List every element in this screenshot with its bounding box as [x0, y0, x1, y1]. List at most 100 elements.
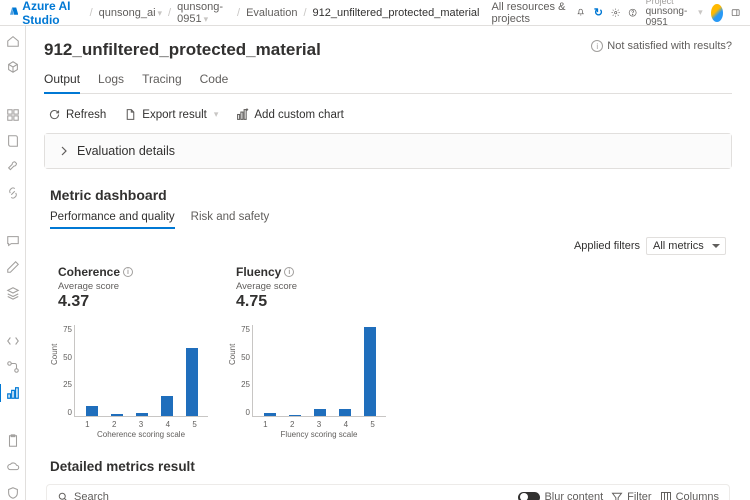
bar [86, 406, 98, 416]
export-icon [124, 108, 137, 121]
add-chart-icon [236, 108, 249, 121]
shield-icon[interactable] [6, 486, 20, 500]
avg-score-label: Average score [58, 281, 208, 292]
tab-code[interactable]: Code [200, 68, 229, 93]
bar [264, 413, 276, 416]
y-axis-ticks: 75 50 25 0 [58, 325, 72, 417]
filter-icon [611, 491, 623, 500]
flow-icon[interactable] [6, 360, 20, 374]
panel-right-icon[interactable] [731, 6, 740, 20]
evaluation-details-toggle[interactable]: Evaluation details [45, 134, 731, 168]
link-icon[interactable] [6, 186, 20, 200]
bar [364, 327, 376, 416]
chevron-down-icon: ▾ [214, 109, 219, 120]
applied-filters-row: Applied filters All metrics [44, 237, 726, 255]
project-selector[interactable]: Project qunsong-0951 [646, 0, 689, 28]
add-chart-button[interactable]: Add custom chart [236, 108, 343, 121]
avg-score-value: 4.37 [58, 293, 208, 311]
search-icon [57, 491, 69, 500]
chart-coherence: Coherence i Average score 4.37 Count 75 … [58, 265, 208, 435]
coherence-plot: Count 75 50 25 0 12345 Coherence scoring… [58, 325, 208, 435]
refresh-button[interactable]: Refresh [48, 108, 106, 121]
plot-area [74, 325, 208, 417]
x-axis-label: Fluency scoring scale [252, 430, 386, 439]
bar [136, 413, 148, 416]
tab-tracing[interactable]: Tracing [142, 68, 182, 93]
brand-text: Azure AI Studio [22, 0, 83, 27]
avg-score-label: Average score [236, 281, 386, 292]
code-icon[interactable] [6, 334, 20, 348]
help-icon[interactable] [628, 6, 637, 20]
cloud-icon[interactable] [6, 460, 20, 474]
chart-title: Fluency [236, 265, 281, 279]
top-bar: Azure AI Studio / qunsong_ai▾ / qunsong-… [0, 0, 750, 26]
avg-score-value: 4.75 [236, 293, 386, 311]
toggle-icon [518, 492, 540, 500]
toolbar: Refresh Export result ▾ Add custom chart [44, 104, 732, 133]
chevron-down-icon: ▾ [204, 14, 209, 24]
grid-icon[interactable] [6, 108, 20, 122]
evaluation-details-card: Evaluation details [44, 133, 732, 169]
fluency-plot: Count 75 50 25 0 12345 Fluency scoring s… [236, 325, 386, 435]
bar [161, 396, 173, 416]
info-icon[interactable]: i [284, 267, 294, 277]
columns-icon [660, 491, 672, 500]
avatar[interactable] [711, 4, 723, 22]
info-icon[interactable]: i [123, 267, 133, 277]
y-axis-ticks: 75 50 25 0 [236, 325, 250, 417]
feedback-link[interactable]: i Not satisfied with results? [591, 40, 732, 52]
blur-content-toggle[interactable]: Blur content [518, 491, 603, 500]
refresh-icon [48, 108, 61, 121]
applied-filters-select[interactable]: All metrics [646, 237, 726, 255]
x-axis-ticks: 12345 [74, 420, 208, 429]
azure-logo-icon [10, 7, 18, 19]
filter-button[interactable]: Filter [611, 491, 651, 500]
content: i Not satisfied with results? 912_unfilt… [26, 26, 750, 500]
chat-icon[interactable] [6, 234, 20, 248]
x-axis-label: Coherence scoring scale [74, 430, 208, 439]
sync-icon[interactable]: ↻ [594, 6, 603, 20]
export-result-button[interactable]: Export result ▾ [124, 108, 218, 121]
chart-title: Coherence [58, 265, 120, 279]
bar [314, 409, 326, 416]
tools-icon[interactable] [6, 160, 20, 174]
tab-logs[interactable]: Logs [98, 68, 124, 93]
bar [186, 348, 198, 416]
charts-row: Coherence i Average score 4.37 Count 75 … [58, 265, 732, 435]
home-icon[interactable] [6, 34, 20, 48]
subtab-risk-safety[interactable]: Risk and safety [191, 209, 270, 229]
x-axis-ticks: 12345 [252, 420, 386, 429]
results-toolbar: Search Blur content Filter Columns [46, 484, 730, 500]
chart-fluency: Fluency i Average score 4.75 Count 75 50… [236, 265, 386, 435]
page-tabs: Output Logs Tracing Code [44, 68, 732, 94]
subtab-performance-quality[interactable]: Performance and quality [50, 209, 175, 229]
evaluation-icon[interactable] [6, 386, 20, 400]
info-icon: i [591, 40, 603, 52]
breadcrumb-item-3[interactable]: 912_unfiltered_protected_material [313, 7, 480, 19]
clipboard-icon[interactable] [6, 434, 20, 448]
applied-filters-label: Applied filters [574, 240, 640, 252]
tab-output[interactable]: Output [44, 68, 80, 94]
brand[interactable]: Azure AI Studio [10, 0, 84, 27]
columns-button[interactable]: Columns [660, 491, 719, 500]
pencil-icon[interactable] [6, 260, 20, 274]
bell-icon[interactable] [576, 6, 585, 20]
breadcrumb-item-2[interactable]: Evaluation [246, 7, 297, 19]
chevron-down-icon: ▾ [158, 8, 163, 18]
gear-icon[interactable] [611, 6, 620, 20]
bar [289, 415, 301, 416]
book-icon[interactable] [6, 134, 20, 148]
breadcrumb-item-1[interactable]: qunsong-0951▾ [177, 1, 231, 25]
all-resources-link[interactable]: All resources & projects [491, 1, 568, 25]
cube-icon[interactable] [6, 60, 20, 74]
bar [111, 414, 123, 416]
layers-icon[interactable] [6, 286, 20, 300]
bar [339, 409, 351, 416]
chevron-down-icon: ▾ [698, 7, 703, 18]
search-input[interactable]: Search [57, 491, 109, 500]
breadcrumb-item-0[interactable]: qunsong_ai▾ [99, 7, 162, 19]
plot-area [252, 325, 386, 417]
metric-subtabs: Performance and quality Risk and safety [50, 209, 732, 229]
chevron-right-icon [59, 146, 69, 156]
detailed-metrics-heading: Detailed metrics result [50, 459, 732, 474]
